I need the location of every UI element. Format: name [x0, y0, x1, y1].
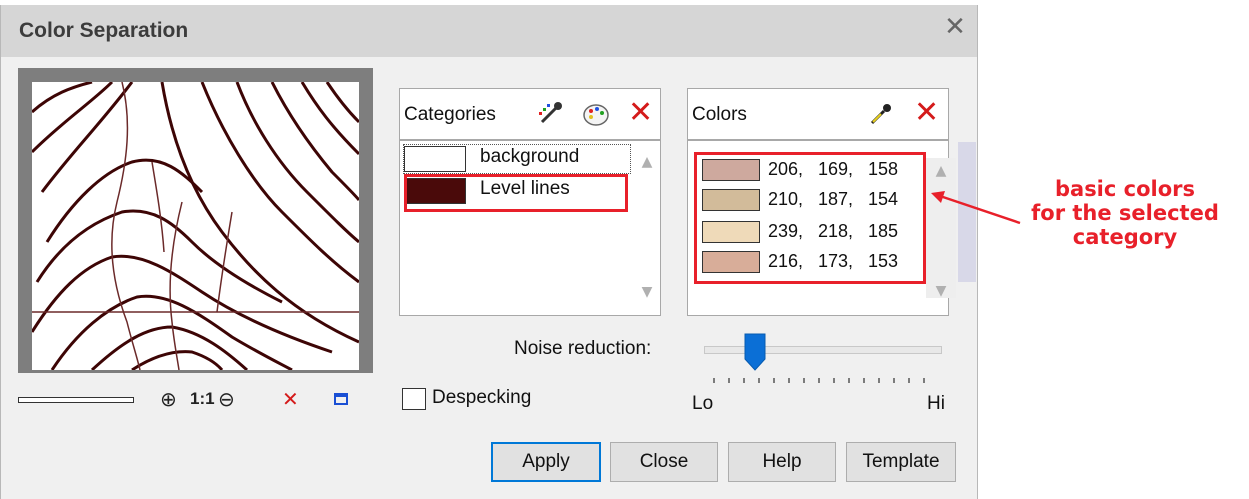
eyedropper-icon[interactable]	[868, 101, 894, 127]
one-to-one-button[interactable]: 1:1	[190, 387, 215, 411]
pick-category-color-icon[interactable]	[536, 100, 564, 128]
despeckling-label: Despecking	[432, 387, 532, 408]
help-button[interactable]: Help	[728, 442, 836, 482]
delete-category-icon[interactable]: ✕	[628, 96, 653, 130]
noise-reduction-ticks	[713, 378, 925, 383]
scroll-down-icon[interactable]: ▼	[638, 283, 656, 301]
title-bar: Color Separation ✕	[1, 5, 977, 57]
preview-frame	[18, 68, 373, 373]
annotation-line-1: basic colors	[1054, 177, 1196, 201]
delete-color-icon[interactable]: ✕	[914, 96, 939, 130]
palette-icon[interactable]	[582, 102, 610, 128]
colors-header: Colors ✕	[687, 88, 949, 140]
category-label: background	[480, 146, 580, 167]
noise-reduction-label: Noise reduction:	[514, 338, 652, 359]
zoom-out-icon[interactable]: ⊖	[218, 387, 235, 411]
highlight-level-lines	[404, 174, 628, 212]
noise-reduction-track[interactable]	[704, 346, 942, 354]
preview-image[interactable]	[32, 82, 359, 370]
despeckling-checkbox[interactable]	[402, 388, 426, 410]
highlight-basic-colors	[694, 152, 926, 284]
noise-low-label: Lo	[692, 393, 714, 414]
scroll-down-icon[interactable]: ▼	[932, 282, 950, 300]
zoom-in-icon[interactable]: ⊕	[160, 387, 177, 411]
categories-header-label: Categories	[404, 104, 496, 125]
delete-icon[interactable]: ✕	[282, 387, 299, 411]
template-button[interactable]: Template	[846, 442, 956, 482]
scroll-up-icon[interactable]: ▲	[638, 153, 656, 171]
close-button[interactable]: Close	[610, 442, 718, 482]
window-icon[interactable]	[334, 393, 348, 405]
categories-header: Categories ✕	[399, 88, 661, 140]
category-swatch	[404, 146, 466, 172]
scroll-up-icon[interactable]: ▲	[932, 162, 950, 180]
noise-reduction-thumb[interactable]	[744, 333, 766, 371]
annotation-line-2: for the selected	[1031, 201, 1219, 225]
categories-list[interactable]: background Level lines ▲ ▼	[399, 140, 661, 316]
category-item-background[interactable]: background	[404, 144, 628, 174]
close-icon[interactable]: ✕	[943, 14, 967, 40]
dialog-title: Color Separation	[19, 19, 189, 42]
annotation-text: basic colors for the selected category	[1010, 177, 1240, 249]
preview-zoom-slider[interactable]	[18, 397, 134, 403]
apply-button[interactable]: Apply	[491, 442, 601, 482]
colors-header-label: Colors	[692, 104, 747, 125]
noise-high-label: Hi	[927, 393, 945, 414]
annotation-line-3: category	[1072, 225, 1178, 249]
